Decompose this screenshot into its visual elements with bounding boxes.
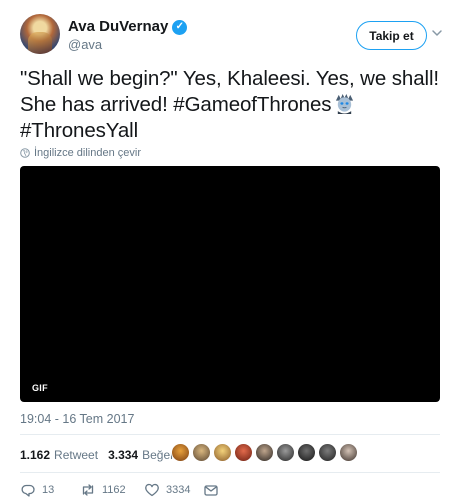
- tweet-header: Ava DuVernay ✓ @ava Takip et: [20, 14, 450, 54]
- liker-avatar[interactable]: [234, 443, 253, 462]
- tweet-timestamp[interactable]: 19:04 - 16 Tem 2017: [20, 412, 134, 426]
- retweets-label: Retweet: [54, 448, 99, 462]
- gif-media-player[interactable]: GIF: [20, 166, 440, 402]
- likes-stat[interactable]: 3.334 Beğeni: [108, 448, 179, 462]
- liker-avatar[interactable]: [255, 443, 274, 462]
- likers-avatars: [171, 443, 358, 462]
- follow-button[interactable]: Takip et: [356, 21, 427, 50]
- night-king-emoji-icon: [336, 93, 354, 114]
- globe-icon: [20, 148, 30, 158]
- reply-action[interactable]: 13: [20, 482, 54, 498]
- envelope-icon[interactable]: [203, 482, 219, 498]
- tweet-text: "Shall we begin?" Yes, Khaleesi. Yes, we…: [20, 66, 440, 144]
- divider: [20, 434, 440, 435]
- hashtag-thronesyall[interactable]: #ThronesYall: [20, 119, 138, 142]
- like-action[interactable]: 3334: [144, 482, 190, 498]
- retweet-count: 1162: [102, 484, 126, 496]
- liker-avatar[interactable]: [213, 443, 232, 462]
- liker-avatar[interactable]: [318, 443, 337, 462]
- likes-count: 3.334: [108, 448, 139, 462]
- liker-avatar[interactable]: [276, 443, 295, 462]
- gif-badge: GIF: [32, 383, 48, 393]
- liker-avatar[interactable]: [171, 443, 190, 462]
- retweet-icon[interactable]: [80, 482, 96, 498]
- retweets-count: 1.162: [20, 448, 51, 462]
- liker-avatar[interactable]: [192, 443, 211, 462]
- retweets-stat[interactable]: 1.162 Retweet: [20, 448, 98, 462]
- translate-label[interactable]: İngilizce dilinden çevir: [34, 147, 141, 159]
- author-handle[interactable]: @ava: [68, 36, 187, 54]
- verified-badge-icon: ✓: [172, 19, 188, 35]
- avatar[interactable]: [20, 14, 60, 54]
- reply-icon[interactable]: [20, 482, 36, 498]
- hashtag-gameofthrones[interactable]: #GameofThrones: [173, 93, 331, 116]
- liker-avatar[interactable]: [339, 443, 358, 462]
- heart-icon[interactable]: [144, 482, 160, 498]
- author-display-name[interactable]: Ava DuVernay: [68, 18, 168, 36]
- author-display-name-row[interactable]: Ava DuVernay ✓: [68, 18, 188, 36]
- liker-avatar[interactable]: [297, 443, 316, 462]
- reply-count: 13: [42, 484, 55, 496]
- translate-link[interactable]: İngilizce dilinden çevir: [20, 147, 141, 159]
- tweet-stats: 1.162 Retweet 3.334 Beğeni: [20, 445, 189, 465]
- retweet-action[interactable]: 1162: [80, 482, 126, 498]
- divider: [20, 472, 440, 473]
- message-action[interactable]: [203, 482, 219, 498]
- chevron-down-icon[interactable]: [430, 26, 444, 40]
- like-count: 3334: [166, 484, 191, 496]
- author-names: Ava DuVernay ✓ @ava: [68, 18, 188, 54]
